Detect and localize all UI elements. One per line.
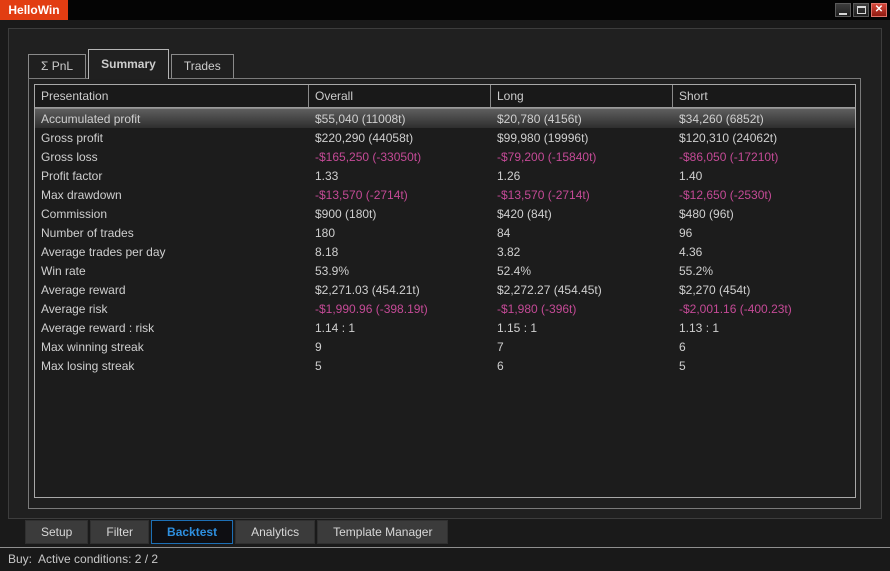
table-row[interactable]: Max losing streak565 xyxy=(35,356,855,375)
table-header-row: Presentation Overall Long Short xyxy=(35,85,855,108)
row-value-long: 1.26 xyxy=(491,169,673,183)
row-value-long: $2,272.27 (454.45t) xyxy=(491,283,673,297)
row-value-short: $120,310 (24062t) xyxy=(673,131,855,145)
status-bar: Buy: Active conditions: 2 / 2 xyxy=(0,548,890,571)
row-value-overall: 1.14 : 1 xyxy=(309,321,491,335)
table-row[interactable]: Average reward : risk1.14 : 11.15 : 11.1… xyxy=(35,318,855,337)
row-value-overall: 9 xyxy=(309,340,491,354)
column-header-presentation: Presentation xyxy=(35,85,309,107)
row-value-short: -$12,650 (-2530t) xyxy=(673,188,855,202)
minimize-button[interactable] xyxy=(835,3,851,17)
row-value-short: 1.13 : 1 xyxy=(673,321,855,335)
row-value-short: $34,260 (6852t) xyxy=(673,112,855,126)
close-button[interactable]: ✕ xyxy=(871,3,887,17)
statistics-table: Presentation Overall Long Short Accumula… xyxy=(34,84,856,498)
bottom-tab-strip: Setup Filter Backtest Analytics Template… xyxy=(25,520,448,544)
row-value-short: $2,270 (454t) xyxy=(673,283,855,297)
row-value-overall: 1.33 xyxy=(309,169,491,183)
row-value-long: 7 xyxy=(491,340,673,354)
row-value-long: -$79,200 (-15840t) xyxy=(491,150,673,164)
tab-template-manager[interactable]: Template Manager xyxy=(317,520,448,544)
table-row[interactable]: Gross profit$220,290 (44058t)$99,980 (19… xyxy=(35,128,855,147)
minimize-icon xyxy=(839,13,847,15)
row-value-overall: $2,271.03 (454.21t) xyxy=(309,283,491,297)
table-row[interactable]: Average reward$2,271.03 (454.21t)$2,272.… xyxy=(35,280,855,299)
table-row[interactable]: Commission$900 (180t)$420 (84t)$480 (96t… xyxy=(35,204,855,223)
row-value-overall: $55,040 (11008t) xyxy=(309,112,491,126)
table-row[interactable]: Accumulated profit$55,040 (11008t)$20,78… xyxy=(35,108,855,128)
row-value-overall: 8.18 xyxy=(309,245,491,259)
row-value-long: $420 (84t) xyxy=(491,207,673,221)
row-label: Accumulated profit xyxy=(35,112,309,126)
tab-backtest[interactable]: Backtest xyxy=(151,520,233,544)
window-controls: ✕ xyxy=(835,3,887,17)
row-value-short: $480 (96t) xyxy=(673,207,855,221)
column-header-overall: Overall xyxy=(309,85,491,107)
tab-pnl[interactable]: Σ PnL xyxy=(28,54,86,78)
column-header-long: Long xyxy=(491,85,673,107)
row-value-long: 52.4% xyxy=(491,264,673,278)
row-value-long: 1.15 : 1 xyxy=(491,321,673,335)
title-bar: HelloWin ✕ xyxy=(0,0,890,20)
row-value-short: 55.2% xyxy=(673,264,855,278)
row-value-long: 84 xyxy=(491,226,673,240)
row-label: Max drawdown xyxy=(35,188,309,202)
table-row[interactable]: Profit factor1.331.261.40 xyxy=(35,166,855,185)
table-row[interactable]: Number of trades1808496 xyxy=(35,223,855,242)
row-value-short: 5 xyxy=(673,359,855,373)
row-value-long: $99,980 (19996t) xyxy=(491,131,673,145)
row-value-overall: $220,290 (44058t) xyxy=(309,131,491,145)
table-row[interactable]: Win rate53.9%52.4%55.2% xyxy=(35,261,855,280)
window-title: HelloWin xyxy=(0,0,68,20)
tab-summary[interactable]: Summary xyxy=(88,49,169,79)
tab-analytics[interactable]: Analytics xyxy=(235,520,315,544)
table-row[interactable]: Average risk-$1,990.96 (-398.19t)-$1,980… xyxy=(35,299,855,318)
row-label: Gross profit xyxy=(35,131,309,145)
row-value-short: 96 xyxy=(673,226,855,240)
row-value-overall: -$1,990.96 (-398.19t) xyxy=(309,302,491,316)
table-row[interactable]: Max winning streak976 xyxy=(35,337,855,356)
main-panel: Σ PnL Summary Trades Presentation Overal… xyxy=(8,28,882,519)
row-value-long: -$13,570 (-2714t) xyxy=(491,188,673,202)
row-value-long: $20,780 (4156t) xyxy=(491,112,673,126)
summary-tab-page: Presentation Overall Long Short Accumula… xyxy=(28,78,861,509)
row-label: Profit factor xyxy=(35,169,309,183)
row-value-overall: $900 (180t) xyxy=(309,207,491,221)
row-value-overall: -$165,250 (-33050t) xyxy=(309,150,491,164)
row-label: Average trades per day xyxy=(35,245,309,259)
row-value-overall: 180 xyxy=(309,226,491,240)
maximize-button[interactable] xyxy=(853,3,869,17)
row-value-long: 3.82 xyxy=(491,245,673,259)
tab-setup[interactable]: Setup xyxy=(25,520,88,544)
row-value-overall: -$13,570 (-2714t) xyxy=(309,188,491,202)
row-value-long: 6 xyxy=(491,359,673,373)
tab-trades[interactable]: Trades xyxy=(171,54,234,78)
summary-tab-strip: Σ PnL Summary Trades xyxy=(28,48,236,78)
row-label: Max losing streak xyxy=(35,359,309,373)
table-body: Accumulated profit$55,040 (11008t)$20,78… xyxy=(35,108,855,375)
row-label: Average reward xyxy=(35,283,309,297)
table-row[interactable]: Gross loss-$165,250 (-33050t)-$79,200 (-… xyxy=(35,147,855,166)
row-value-short: -$86,050 (-17210t) xyxy=(673,150,855,164)
close-icon: ✕ xyxy=(875,5,883,15)
row-value-short: 1.40 xyxy=(673,169,855,183)
row-value-overall: 53.9% xyxy=(309,264,491,278)
row-label: Gross loss xyxy=(35,150,309,164)
maximize-icon xyxy=(857,6,866,14)
row-value-short: 4.36 xyxy=(673,245,855,259)
row-label: Commission xyxy=(35,207,309,221)
row-value-overall: 5 xyxy=(309,359,491,373)
row-label: Win rate xyxy=(35,264,309,278)
row-value-short: -$2,001.16 (-400.23t) xyxy=(673,302,855,316)
row-label: Max winning streak xyxy=(35,340,309,354)
row-value-short: 6 xyxy=(673,340,855,354)
tab-filter[interactable]: Filter xyxy=(90,520,149,544)
row-value-long: -$1,980 (-396t) xyxy=(491,302,673,316)
table-row[interactable]: Average trades per day8.183.824.36 xyxy=(35,242,855,261)
row-label: Average reward : risk xyxy=(35,321,309,335)
row-label: Average risk xyxy=(35,302,309,316)
table-row[interactable]: Max drawdown-$13,570 (-2714t)-$13,570 (-… xyxy=(35,185,855,204)
column-header-short: Short xyxy=(673,85,855,107)
row-label: Number of trades xyxy=(35,226,309,240)
